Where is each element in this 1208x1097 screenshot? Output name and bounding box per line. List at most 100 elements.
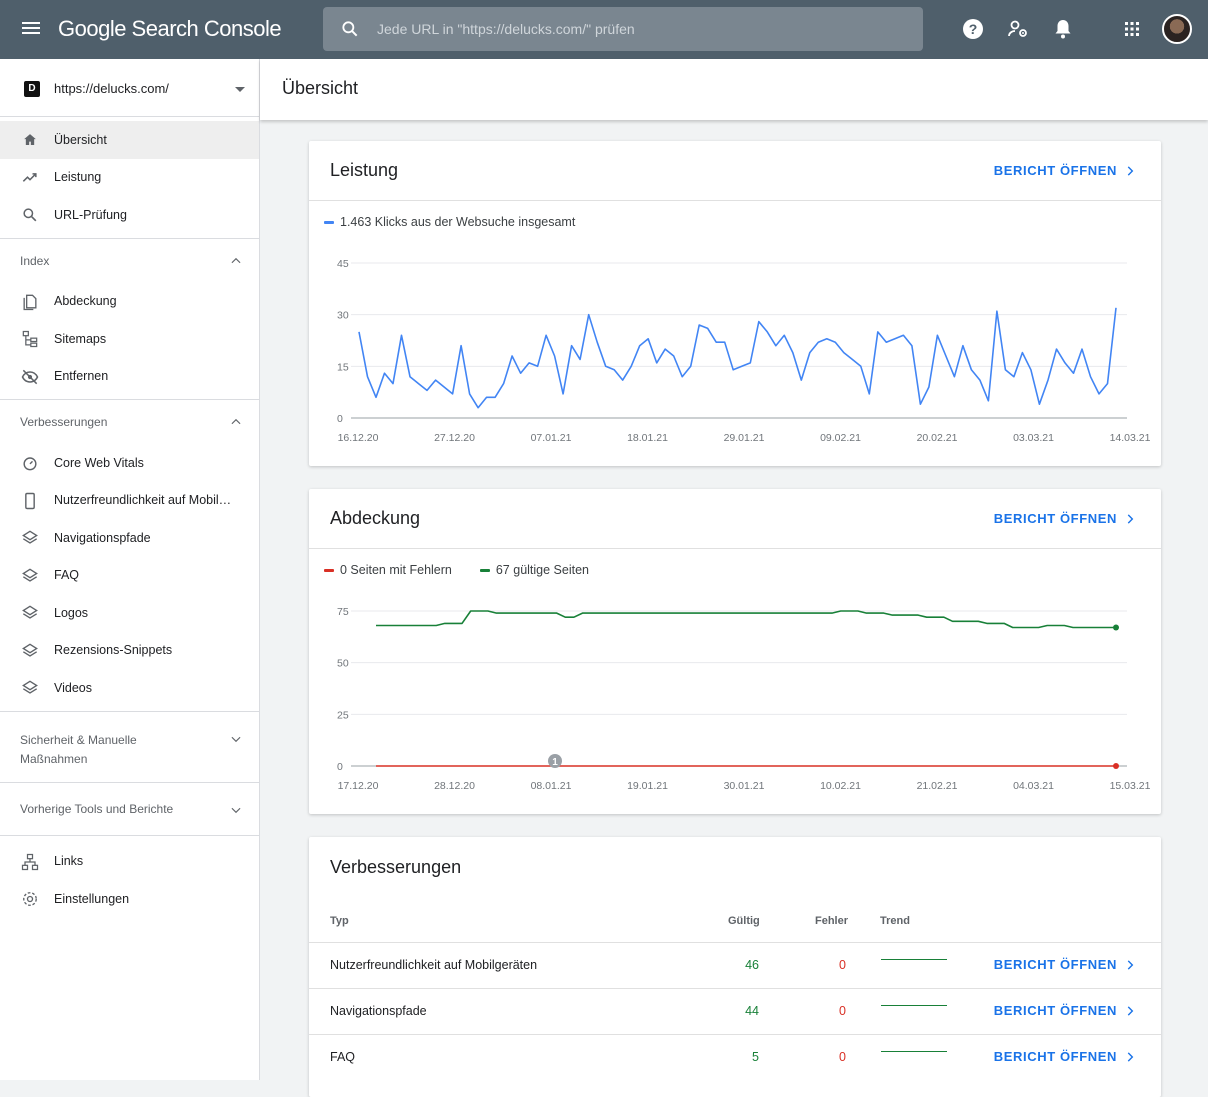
section-heading: Verbesserungen bbox=[20, 415, 108, 429]
property-selector[interactable]: D https://delucks.com/ bbox=[0, 59, 259, 117]
search-input[interactable] bbox=[377, 7, 897, 51]
legend-item-valid[interactable]: 67 gültige Seiten bbox=[479, 563, 589, 577]
links-network-icon bbox=[21, 853, 39, 870]
x-tick-label: 15.03.21 bbox=[1110, 780, 1151, 792]
x-tick-label: 20.02.21 bbox=[917, 432, 958, 444]
y-tick-label: 50 bbox=[337, 658, 349, 670]
search-icon bbox=[342, 21, 358, 37]
open-report-button[interactable]: BERICHT ÖFFNEN bbox=[994, 957, 1137, 972]
manage-users-icon[interactable] bbox=[1006, 17, 1030, 41]
sidebar-item-label: FAQ bbox=[54, 568, 80, 583]
coverage-chart: 0 25 50 75 17.12.20 28.12.20 08.01.21 19.01.21 3… bbox=[337, 606, 1151, 792]
url-inspection-search[interactable] bbox=[323, 7, 923, 51]
column-header-valid: Gültig bbox=[728, 915, 760, 927]
apps-grid-icon[interactable] bbox=[1120, 17, 1144, 41]
nav-legacy: Vorherige Tools und Berichte bbox=[0, 783, 259, 836]
series-end-point bbox=[1113, 624, 1119, 631]
sidebar-item-removals[interactable]: Entfernen bbox=[0, 358, 259, 396]
sidebar-item-videos[interactable]: Videos bbox=[0, 669, 259, 707]
card-title: Abdeckung bbox=[330, 508, 421, 528]
legend-label: 67 gültige Seiten bbox=[495, 563, 589, 577]
sidebar-item-label: Nutzerfreundlichkeit auf Mobilgeräten bbox=[54, 493, 232, 508]
property-favicon: D bbox=[24, 81, 40, 97]
sidebar-item-core-web-vitals[interactable]: Core Web Vitals bbox=[0, 444, 259, 482]
x-tick-label: 29.01.21 bbox=[724, 432, 765, 444]
y-tick-label: 25 bbox=[337, 709, 349, 721]
x-tick-label: 18.01.21 bbox=[627, 432, 668, 444]
trend-sparkline bbox=[881, 959, 947, 960]
open-report-label: BERICHT ÖFFNEN bbox=[993, 1003, 1117, 1018]
x-tick-label: 28.12.20 bbox=[434, 780, 475, 792]
row-type: FAQ bbox=[330, 1050, 356, 1064]
trending-up-icon bbox=[22, 172, 37, 182]
legend-item-clicks[interactable]: 1.463 Klicks aus der Websuche insgesamt bbox=[324, 215, 575, 229]
app-title[interactable]: Google Search Console bbox=[58, 16, 282, 42]
sidebar-item-label: Links bbox=[54, 854, 84, 869]
sidebar-item-label: Logos bbox=[54, 605, 89, 620]
sidebar-item-label: Entfernen bbox=[54, 369, 109, 384]
property-url: https://delucks.com/ bbox=[54, 81, 169, 96]
x-tick-label: 21.02.21 bbox=[917, 780, 958, 792]
sidebar-item-settings[interactable]: Einstellungen bbox=[0, 880, 259, 918]
open-report-button[interactable]: BERICHT ÖFFNEN bbox=[994, 511, 1137, 526]
table-header: Typ Gültig Fehler Trend bbox=[309, 915, 1161, 943]
x-tick-label: 19.01.21 bbox=[627, 780, 668, 792]
layers-icon bbox=[22, 530, 38, 544]
card-header: Leistung BERICHT ÖFFNEN bbox=[309, 141, 1161, 201]
section-header-legacy[interactable]: Vorherige Tools und Berichte bbox=[0, 783, 259, 835]
notifications-icon[interactable] bbox=[1051, 17, 1075, 41]
menu-icon[interactable] bbox=[22, 19, 42, 39]
section-header-enhancements[interactable]: Verbesserungen bbox=[0, 400, 259, 444]
sidebar-item-label: Leistung bbox=[54, 170, 102, 185]
sidebar-item-url-inspection[interactable]: URL-Prüfung bbox=[0, 196, 259, 234]
sidebar-item-performance[interactable]: Leistung bbox=[0, 159, 259, 197]
sidebar-item-breadcrumbs[interactable]: Navigationspfade bbox=[0, 519, 259, 557]
help-icon[interactable]: ? bbox=[961, 17, 985, 41]
row-valid-count: 46 bbox=[745, 958, 759, 972]
chevron-right-icon bbox=[1127, 1051, 1134, 1062]
sidebar-item-overview[interactable]: Übersicht bbox=[0, 121, 259, 159]
row-valid-count: 5 bbox=[752, 1050, 759, 1064]
sitemap-icon bbox=[22, 330, 38, 348]
table-row[interactable]: Navigationspfade 44 0 BERICHT ÖFFNEN bbox=[309, 988, 1161, 1034]
y-tick-label: 15 bbox=[337, 361, 349, 373]
series-line bbox=[358, 307, 1117, 409]
sidebar-item-mobile-usability[interactable]: Nutzerfreundlichkeit auf Mobilgeräten bbox=[0, 482, 259, 520]
sidebar-item-faq[interactable]: FAQ bbox=[0, 557, 259, 595]
column-header-trend: Trend bbox=[880, 915, 910, 927]
open-report-button[interactable]: BERICHT ÖFFNEN bbox=[994, 1003, 1137, 1018]
x-tick-label: 14.03.21 bbox=[1110, 432, 1151, 444]
enhancements-card: Verbesserungen Typ Gültig Fehler Trend N… bbox=[309, 837, 1161, 1097]
section-heading: Vorherige Tools und Berichte bbox=[20, 801, 174, 816]
sidebar-item-review-snippets[interactable]: Rezensions-Snippets bbox=[0, 632, 259, 670]
open-report-button[interactable]: BERICHT ÖFFNEN bbox=[994, 1049, 1137, 1064]
chart-legend: 1.463 Klicks aus der Websuche insgesamt bbox=[324, 215, 575, 229]
x-tick-label: 08.01.21 bbox=[531, 780, 572, 792]
section-heading: Index bbox=[20, 253, 50, 268]
x-tick-label: 17.12.20 bbox=[338, 780, 379, 792]
coverage-card: Abdeckung BERICHT ÖFFNEN 0 Seiten mit Fe… bbox=[309, 489, 1161, 814]
x-tick-label: 03.03.21 bbox=[1013, 432, 1054, 444]
row-error-count: 0 bbox=[839, 958, 846, 972]
row-valid-count: 44 bbox=[745, 1004, 759, 1018]
x-tick-label: 30.01.21 bbox=[724, 780, 765, 792]
section-header-security[interactable]: Sicherheit & Manuelle Maßnahmen bbox=[0, 712, 259, 782]
open-report-button[interactable]: BERICHT ÖFFNEN bbox=[994, 163, 1137, 178]
sidebar-item-coverage[interactable]: Abdeckung bbox=[0, 283, 259, 321]
smartphone-icon bbox=[25, 492, 35, 509]
x-tick-label: 09.02.21 bbox=[820, 432, 861, 444]
table-row[interactable]: Nutzerfreundlichkeit auf Mobilgeräten 46… bbox=[309, 942, 1161, 988]
table-row[interactable]: FAQ 5 0 BERICHT ÖFFNEN bbox=[309, 1034, 1161, 1080]
sidebar-item-sitemaps[interactable]: Sitemaps bbox=[0, 320, 259, 358]
avatar[interactable] bbox=[1162, 14, 1192, 44]
x-tick-label: 07.01.21 bbox=[531, 432, 572, 444]
x-tick-label: 10.02.21 bbox=[820, 780, 861, 792]
sidebar-item-logos[interactable]: Logos bbox=[0, 594, 259, 632]
section-header-index[interactable]: Index bbox=[0, 239, 259, 283]
sidebar-item-links[interactable]: Links bbox=[0, 843, 259, 881]
layers-icon bbox=[22, 568, 38, 582]
legend-item-errors[interactable]: 0 Seiten mit Fehlern bbox=[324, 563, 452, 577]
series-end-point bbox=[1113, 763, 1119, 769]
series-line bbox=[376, 610, 1116, 629]
legend-swatch bbox=[324, 220, 334, 224]
